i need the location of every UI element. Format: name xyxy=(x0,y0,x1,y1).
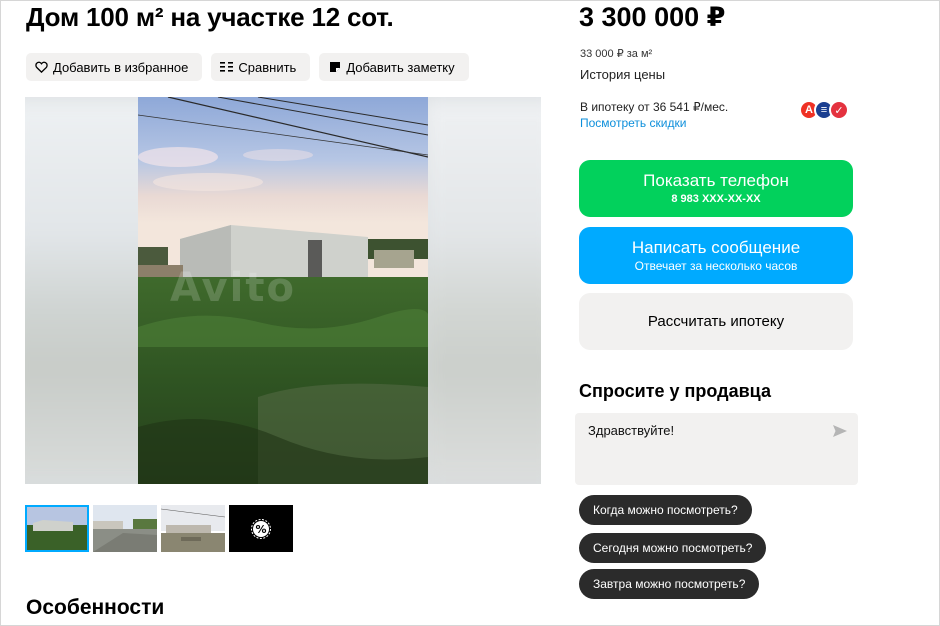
photo-gallery[interactable]: Avito xyxy=(25,97,541,484)
thumbnail-video[interactable]: % xyxy=(229,505,293,552)
thumbnail-photo-2[interactable] xyxy=(93,505,157,552)
mortgage-info: В ипотеку от 36 541 ₽/мес. xyxy=(580,100,729,114)
send-icon[interactable] xyxy=(832,423,848,439)
price: 3 300 000 ₽ xyxy=(579,2,726,32)
ask-seller-input[interactable]: Здравствуйте! xyxy=(575,413,858,485)
price-per-m2: 33 000 ₽ за м² xyxy=(580,48,653,60)
add-to-favorites-button[interactable]: Добавить в избранное xyxy=(26,53,203,81)
quick-question-when[interactable]: Когда можно посмотреть? xyxy=(579,495,752,525)
video-badge-icon: % xyxy=(251,518,271,539)
compare-icon xyxy=(220,61,234,74)
ask-seller-heading: Спросите у продавца xyxy=(579,381,771,401)
gallery-thumbnails: % xyxy=(25,505,293,552)
compare-label: Сравнить xyxy=(238,59,297,75)
thumbnail-photo-3[interactable] xyxy=(161,505,225,552)
listing-title: Дом 100 м² на участке 12 сот. xyxy=(26,2,394,32)
bank-logos[interactable]: А ≡ ✓ xyxy=(799,100,849,120)
calculate-mortgage-button[interactable]: Рассчитать ипотеку xyxy=(579,293,853,350)
price-history-link[interactable]: История цены xyxy=(580,67,665,82)
heart-icon xyxy=(35,61,48,74)
bank-3-icon: ✓ xyxy=(829,100,849,120)
compare-button[interactable]: Сравнить xyxy=(211,53,311,81)
show-phone-button[interactable]: Показать телефон 8 983 XXX-XX-XX xyxy=(579,160,853,217)
listing-actions: Добавить в избранное Сравнить Добавить з… xyxy=(26,53,469,81)
add-note-button[interactable]: Добавить заметку xyxy=(319,53,469,81)
show-phone-label: Показать телефон xyxy=(643,170,789,190)
add-to-favorites-label: Добавить в избранное xyxy=(53,59,189,75)
add-note-label: Добавить заметку xyxy=(346,59,455,75)
gallery-blur-right xyxy=(421,97,541,484)
phone-number: 8 983 XXX-XX-XX xyxy=(671,192,761,205)
features-heading: Особенности xyxy=(26,596,165,619)
quick-question-tomorrow[interactable]: Завтра можно посмотреть? xyxy=(579,569,760,599)
calculate-mortgage-label: Рассчитать ипотеку xyxy=(647,312,785,330)
avito-watermark: Avito xyxy=(170,265,296,311)
thumbnail-photo-1[interactable] xyxy=(25,505,89,552)
write-message-label: Написать сообщение xyxy=(631,237,801,257)
note-icon xyxy=(328,61,341,74)
ask-seller-text: Здравствуйте! xyxy=(588,423,675,438)
quick-question-today[interactable]: Сегодня можно посмотреть? xyxy=(579,533,767,563)
response-time: Отвечает за несколько часов xyxy=(634,258,798,273)
view-discounts-link[interactable]: Посмотреть скидки xyxy=(580,116,686,130)
svg-text:%: % xyxy=(255,523,266,536)
write-message-button[interactable]: Написать сообщение Отвечает за несколько… xyxy=(579,227,853,284)
